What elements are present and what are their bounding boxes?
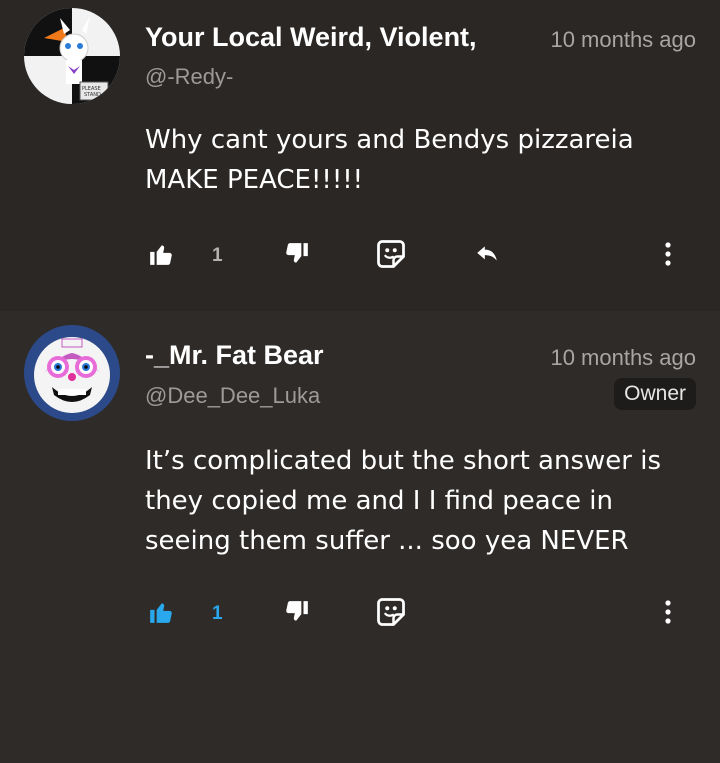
comment-actions: 1 [148, 236, 672, 276]
more-options-button[interactable] [664, 594, 672, 634]
like-count: 1 [212, 603, 223, 624]
author-handle[interactable]: @Dee_Dee_Luka [145, 383, 320, 409]
like-button[interactable] [148, 236, 174, 276]
comment-text: It’s complicated but the short answer is… [145, 446, 662, 556]
timestamp: 10 months ago [550, 345, 696, 370]
thumbs-down-icon [284, 241, 310, 271]
comment-item: -_Mr. Fat Bear @Dee_Dee_Luka 10 months a… [0, 311, 720, 763]
like-button[interactable] [148, 594, 174, 634]
thumbs-down-icon [284, 599, 310, 629]
dislike-button[interactable] [284, 236, 310, 276]
sticker-button[interactable] [376, 236, 406, 276]
author-name[interactable]: -_Mr. Fat Bear [145, 340, 324, 371]
more-vertical-icon [664, 599, 672, 629]
sticker-button[interactable] [376, 594, 406, 634]
timestamp: 10 months ago [550, 27, 696, 52]
sticker-icon [376, 597, 406, 631]
comment-item: PLEASE STAND Your Local Weird, Violent, … [0, 0, 720, 311]
more-options-button[interactable] [664, 236, 672, 276]
sticker-icon [376, 239, 406, 273]
dislike-button[interactable] [284, 594, 310, 634]
reply-button[interactable] [472, 236, 502, 276]
owner-badge: Owner [614, 378, 696, 410]
avatar[interactable] [24, 325, 120, 421]
comment-actions: 1 [148, 594, 672, 634]
author-handle[interactable]: @-Redy- [145, 64, 233, 90]
avatar[interactable]: PLEASE STAND [24, 8, 120, 104]
thumbs-up-icon [148, 241, 174, 271]
comment-text: Why cant yours and Bendys pizzareia MAKE… [145, 125, 634, 195]
svg-text:STAND: STAND [84, 92, 101, 98]
thumbs-up-icon [148, 599, 174, 629]
like-count: 1 [212, 245, 223, 266]
author-name[interactable]: Your Local Weird, Violent, [145, 22, 477, 53]
reply-icon [472, 241, 502, 271]
more-vertical-icon [664, 241, 672, 271]
